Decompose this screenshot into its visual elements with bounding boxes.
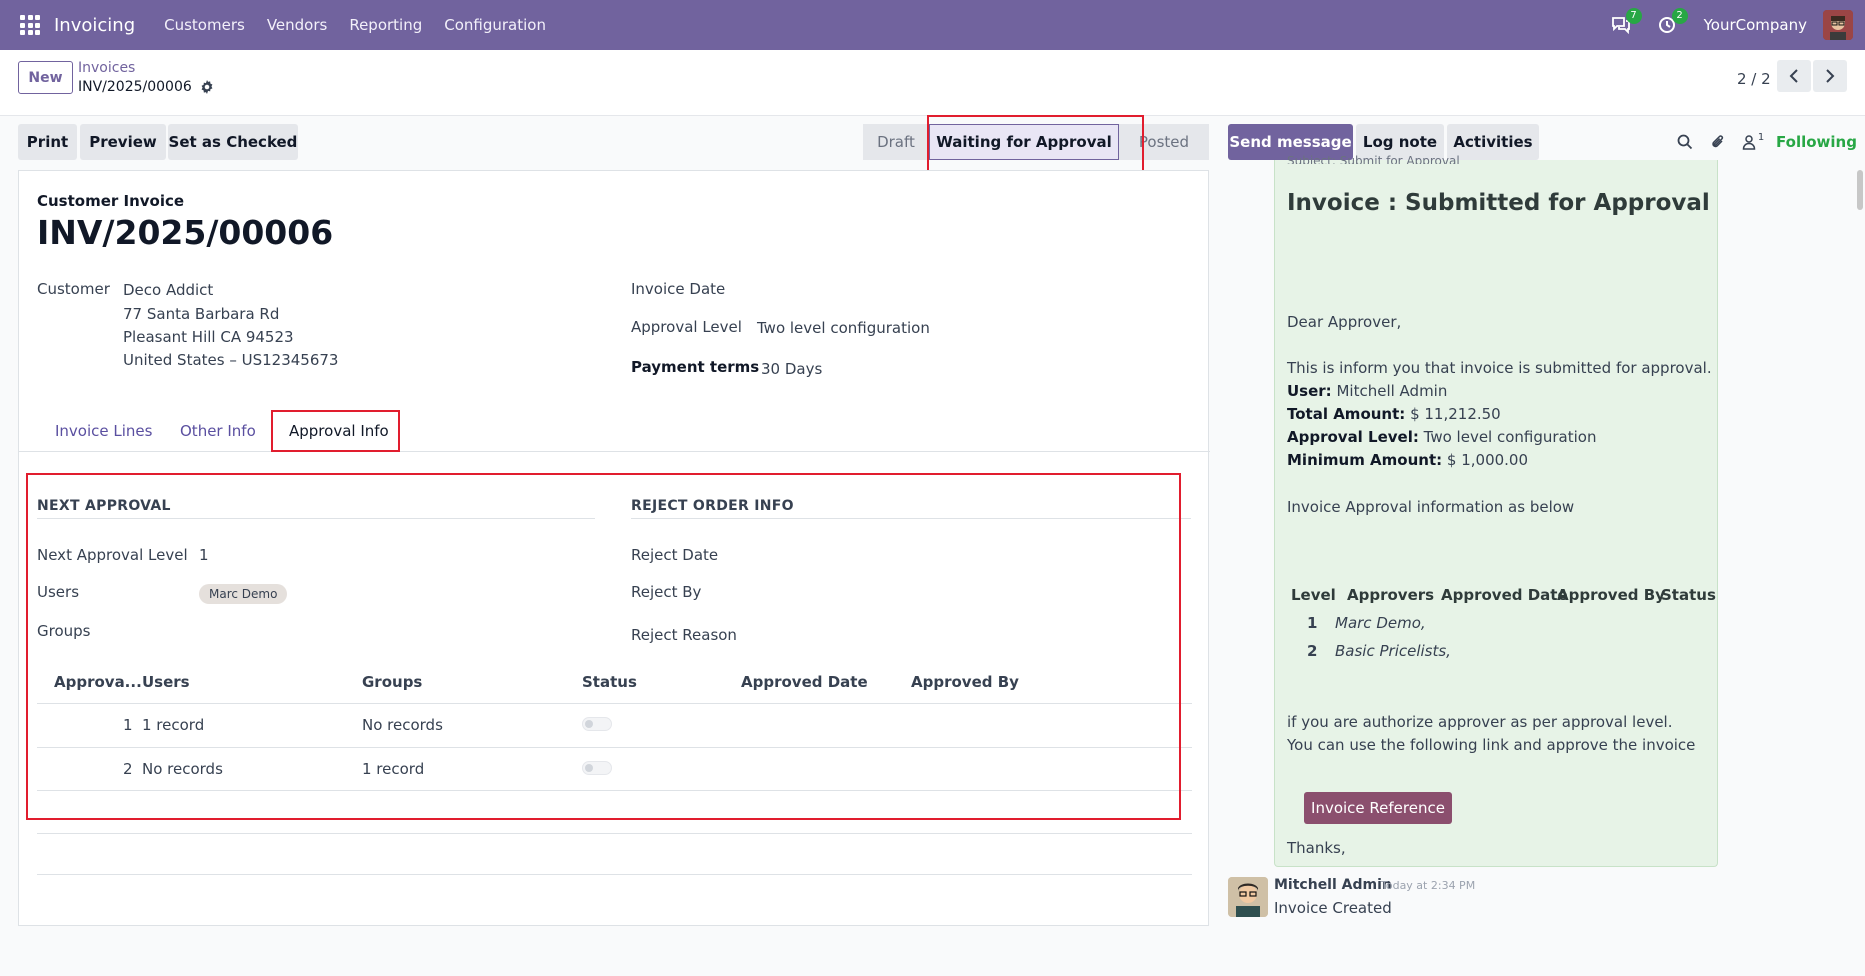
menu-vendors[interactable]: Vendors (267, 16, 328, 34)
mail-col-approved-by: Approved By (1557, 586, 1665, 604)
invoice-date-label: Invoice Date (631, 280, 726, 298)
pager-next-button[interactable] (1813, 60, 1847, 92)
invoice-number: INV/2025/00006 (37, 213, 334, 252)
activities-button[interactable]: Activities (1447, 124, 1539, 160)
mail-message-card: Subject: Submit for Approval Invoice : S… (1274, 154, 1718, 867)
mail-user-value: Mitchell Admin (1336, 382, 1448, 400)
activities-clock-icon[interactable]: 2 (1654, 8, 1688, 38)
mail-col-approved-date: Approved Date (1441, 586, 1568, 604)
stage-draft[interactable]: Draft (863, 124, 929, 160)
mail-heading: Invoice : Submitted for Approval (1287, 190, 1710, 216)
address-line-1: 77 Santa Barbara Rd (123, 305, 280, 323)
mail-row1-approvers: Marc Demo, (1335, 614, 1426, 632)
approval-level-label: Approval Level (631, 318, 742, 336)
mail-minimum-value: $ 1,000.00 (1446, 451, 1529, 469)
mail-subject: Subject: Submit for Approval (1287, 154, 1460, 164)
preview-button[interactable]: Preview (80, 124, 166, 160)
company-switcher[interactable]: YourCompany (1704, 16, 1807, 34)
breadcrumb-current-label: INV/2025/00006 (78, 79, 192, 95)
mail-row1-level: 1 (1307, 614, 1318, 632)
message-author[interactable]: Mitchell Admin (1274, 877, 1392, 893)
apps-menu-icon[interactable] (20, 15, 40, 35)
print-button[interactable]: Print (18, 124, 77, 160)
mail-user-label: User: (1287, 382, 1332, 400)
messages-icon[interactable]: 7 (1608, 8, 1642, 38)
followers-icon[interactable]: 1 (1738, 131, 1768, 153)
messages-badge: 7 (1625, 8, 1642, 24)
breadcrumb-invoices[interactable]: Invoices (78, 60, 135, 76)
mail-intro: This is inform you that invoice is submi… (1287, 359, 1712, 377)
mail-row2-approvers: Basic Pricelists, (1335, 642, 1451, 660)
mail-level-label: Approval Level: (1287, 428, 1419, 446)
new-button[interactable]: New (18, 61, 73, 94)
menu-reporting[interactable]: Reporting (349, 16, 422, 34)
table-footer-rule (37, 833, 1192, 834)
mail-col-approvers: Approvers (1347, 586, 1435, 604)
highlight-status (927, 115, 1144, 172)
top-navbar: Invoicing Customers Vendors Reporting Co… (0, 0, 1865, 50)
address-line-2: Pleasant Hill CA 94523 (123, 328, 294, 346)
mail-user-line: User: Mitchell Admin (1287, 382, 1447, 400)
customer-link[interactable]: Deco Addict (123, 281, 213, 299)
mail-total-label: Total Amount: (1287, 405, 1406, 423)
mail-col-level: Level (1291, 586, 1336, 604)
breadcrumb-current: INV/2025/00006 (78, 79, 214, 95)
mail-greeting: Dear Approver, (1287, 313, 1402, 331)
mail-col-status: Status (1661, 586, 1716, 604)
invoice-reference-button[interactable]: Invoice Reference (1304, 792, 1452, 824)
mail-auth-line-1: if you are authorize approver as per app… (1287, 713, 1673, 731)
mail-total-value: $ 11,212.50 (1410, 405, 1501, 423)
control-panel: New Invoices INV/2025/00006 2 / 2 (0, 50, 1865, 116)
payment-terms-label: Payment terms (631, 358, 760, 376)
activities-badge: 2 (1671, 8, 1688, 24)
pager-counter[interactable]: 2 / 2 (1737, 70, 1771, 88)
user-avatar[interactable] (1823, 10, 1853, 40)
mail-row2-level: 2 (1307, 642, 1318, 660)
tabs-divider (19, 451, 1210, 452)
chevron-left-icon (1789, 69, 1798, 83)
app-brand[interactable]: Invoicing (54, 15, 135, 36)
customer-label: Customer (37, 280, 110, 298)
following-button[interactable]: Following (1776, 133, 1857, 151)
highlight-approval-panel (26, 473, 1181, 820)
mail-total-line: Total Amount: $ 11,212.50 (1287, 405, 1501, 423)
mail-auth-line-2: You can use the following link and appro… (1287, 736, 1696, 754)
invoice-type: Customer Invoice (37, 192, 185, 210)
gear-icon[interactable] (200, 80, 214, 94)
chevron-right-icon (1826, 69, 1835, 83)
set-as-checked-button[interactable]: Set as Checked (168, 124, 298, 160)
pager-previous-button[interactable] (1777, 60, 1811, 92)
tab-other-info[interactable]: Other Info (180, 422, 256, 440)
address-line-3: United States – US12345673 (123, 351, 339, 369)
approval-level-link[interactable]: Two level configuration (757, 319, 930, 337)
mail-minimum-line: Minimum Amount: $ 1,000.00 (1287, 451, 1528, 469)
author-avatar[interactable] (1228, 877, 1268, 917)
mail-thanks: Thanks, (1287, 839, 1346, 857)
mail-level-line: Approval Level: Two level configuration (1287, 428, 1597, 446)
chatter-scrollbar[interactable] (1857, 170, 1863, 210)
paperclip-icon[interactable] (1707, 131, 1729, 153)
mail-info-line: Invoice Approval information as below (1287, 498, 1575, 516)
menu-configuration[interactable]: Configuration (444, 16, 546, 34)
followers-count: 1 (1757, 131, 1765, 143)
search-icon[interactable] (1674, 131, 1696, 153)
table-footer-rule (37, 874, 1192, 875)
highlight-approval-tab (271, 410, 400, 452)
tab-invoice-lines[interactable]: Invoice Lines (55, 422, 152, 440)
menu-customers[interactable]: Customers (164, 16, 245, 34)
message-time: Today at 2:34 PM (1381, 879, 1476, 892)
message-body: Invoice Created (1274, 899, 1392, 917)
mail-level-value: Two level configuration (1423, 428, 1597, 446)
payment-terms-value: 30 Days (761, 360, 823, 378)
mail-minimum-label: Minimum Amount: (1287, 451, 1443, 469)
